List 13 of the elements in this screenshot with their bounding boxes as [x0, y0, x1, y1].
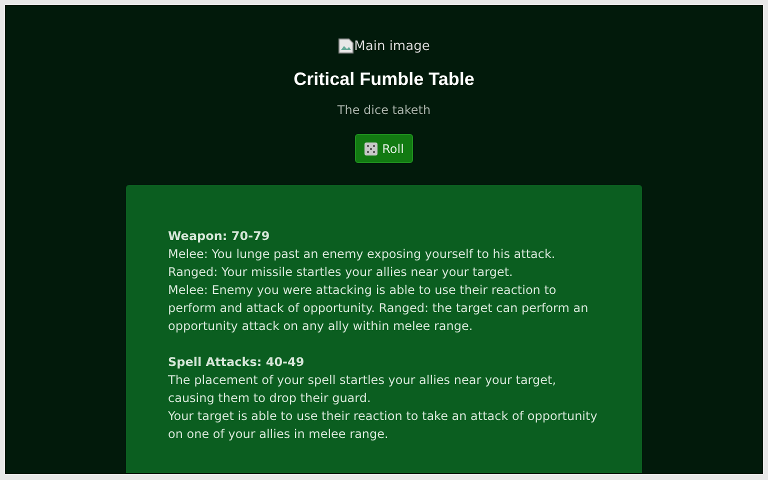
- page-title: Critical Fumble Table: [294, 68, 474, 90]
- roll-button[interactable]: Roll: [355, 134, 413, 163]
- result-heading: Spell Attacks: 40-49: [168, 354, 306, 371]
- page-subtitle: The dice taketh: [337, 102, 431, 119]
- dice-icon: [364, 142, 378, 156]
- result-heading: Weapon: 70-79: [168, 228, 271, 245]
- result-text: Melee: You lunge past an enemy exposing yourself to his attack.: [168, 246, 556, 263]
- result-text: Melee: Enemy you were attacking is able to use their reaction to perform and attack of opportunity. Ranged: the target can perform an opportunity attack on any ally within melee range.: [168, 282, 590, 335]
- image-alt-text: Main image: [354, 39, 430, 55]
- result-text: Ranged: Your missile startles your allies near your target.: [168, 264, 514, 281]
- result-text: Your target is able to use their reaction to take an attack of opportunity on one of your allies in melee range.: [168, 408, 598, 443]
- broken-image-icon: [338, 38, 354, 54]
- result-text: The placement of your spell startles your allies near your target, causing them to drop their guard.: [168, 372, 558, 407]
